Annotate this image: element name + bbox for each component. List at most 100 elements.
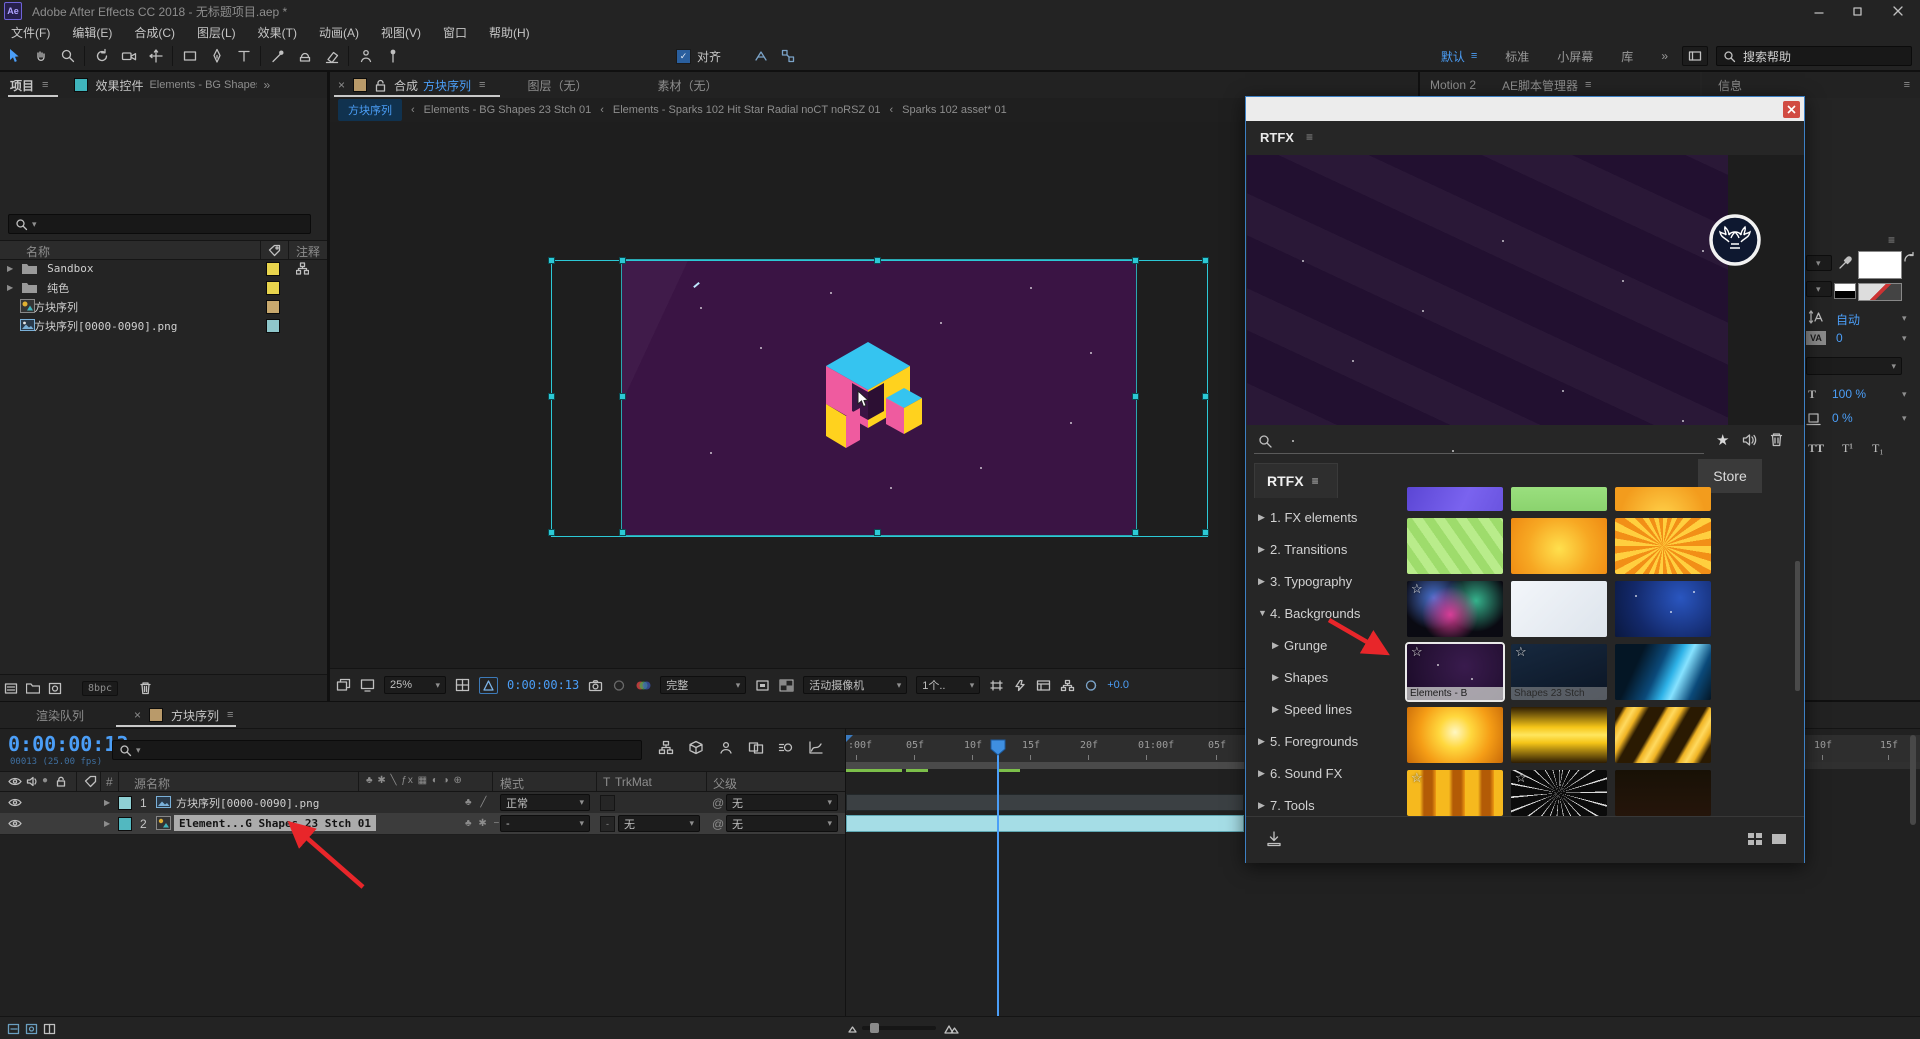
list-view-icon[interactable] [1772, 833, 1787, 846]
menu-file[interactable]: 文件(F) [0, 24, 61, 41]
snapping-icon[interactable] [747, 44, 774, 68]
tab-close-icon[interactable]: × [134, 708, 141, 722]
rtfx-header-menu-icon[interactable]: ≡ [1306, 130, 1313, 144]
chevron-down-icon[interactable]: ▾ [1902, 333, 1907, 344]
layer-switches-toggle-icon[interactable] [4, 1023, 22, 1035]
search-options-chevron-icon[interactable]: ▾ [32, 219, 37, 230]
transfer-controls-toggle-icon[interactable] [22, 1023, 40, 1035]
chevron-down-icon[interactable]: ▾ [1902, 413, 1907, 424]
menu-composition[interactable]: 合成(C) [123, 24, 186, 41]
tab-project[interactable]: 项目 [10, 77, 34, 94]
project-search-input[interactable]: ▾ [8, 214, 311, 234]
selection-handle[interactable] [874, 529, 881, 536]
snap-align-toggle[interactable]: ✓ 对齐 [676, 48, 721, 65]
parent-pickwhip-icon[interactable]: @ [712, 792, 724, 813]
selection-handle[interactable] [619, 257, 626, 264]
lock-icon[interactable] [375, 79, 386, 92]
trkmat-toggle[interactable]: - [600, 816, 615, 832]
tab-footage[interactable]: 素材（无） [657, 77, 717, 94]
superscript-button[interactable]: T¹ [1842, 441, 1853, 456]
draft-3d-icon[interactable] [688, 740, 704, 755]
roto-brush-tool[interactable] [352, 44, 379, 68]
workspace-default-menu-icon[interactable]: ≡ [1471, 50, 1477, 62]
asset-thumbnail[interactable]: ☆ [1511, 770, 1607, 816]
asset-thumbnail[interactable]: ☆ Shapes 23 Stch [1511, 644, 1607, 700]
resolution-dropdown[interactable]: 完整 ▾ [660, 676, 747, 694]
swap-colors-icon[interactable] [1902, 251, 1916, 265]
parent-dropdown[interactable]: 无 ▾ [726, 815, 838, 832]
selection-handle[interactable] [1202, 393, 1209, 400]
layer-1-duration-bar[interactable] [846, 794, 1244, 811]
project-item-solids[interactable]: ▶ 纯色 [0, 278, 327, 297]
char-extra-dropdown[interactable]: ▾ [1806, 357, 1902, 375]
leading-value[interactable]: 自动 [1836, 311, 1860, 328]
tab-timeline-comp[interactable]: 方块序列 [171, 707, 219, 724]
column-source-name[interactable]: 源名称 [134, 775, 170, 792]
selection-handle[interactable] [874, 257, 881, 264]
asset-thumbnail[interactable] [1615, 518, 1711, 574]
trash-icon[interactable] [1770, 432, 1783, 447]
composition-panel-menu-icon[interactable]: ≡ [479, 79, 485, 91]
workspace-tab-small-screen[interactable]: 小屏幕 [1557, 48, 1593, 65]
label-color-chip[interactable] [266, 281, 280, 295]
video-eye-icon[interactable] [8, 776, 22, 787]
trkmat-toggle[interactable] [600, 795, 615, 811]
category-fx-elements[interactable]: ▶ 1. FX elements [1246, 501, 1398, 534]
rtfx-search-input[interactable] [1254, 429, 1704, 454]
asset-thumbnail[interactable]: ☆ [1407, 581, 1503, 637]
exposure-value[interactable]: +0.0 [1107, 679, 1129, 691]
flowchart-icon[interactable] [1060, 679, 1075, 692]
layer-row-1[interactable]: ▶ 1 方块序列[0000-0090].png ♣ ╱ 正常 ▾ @ 无 ▾ [0, 792, 845, 814]
trkmat-dropdown[interactable]: 无 ▾ [618, 815, 700, 832]
column-parent[interactable]: 父级 [713, 775, 737, 792]
selection-handle[interactable] [548, 529, 555, 536]
layer-row-2-selected[interactable]: ▶ 2 Element...G Shapes 23 Stch 01 ♣ ✱ − … [0, 813, 845, 835]
selection-handle[interactable] [619, 393, 626, 400]
layer-switches[interactable]: ♣ ✱ − [465, 813, 501, 834]
pan-behind-tool[interactable] [142, 44, 169, 68]
column-comment[interactable]: 注释 [296, 243, 320, 260]
video-eye-icon[interactable] [8, 792, 22, 813]
layer-2-duration-bar[interactable] [846, 815, 1244, 832]
asset-thumbnail[interactable] [1615, 644, 1711, 700]
frame-blending-icon[interactable] [748, 740, 764, 755]
tab-render-queue[interactable]: 渲染队列 [36, 707, 84, 724]
favorite-star-icon[interactable]: ☆ [1411, 645, 1423, 658]
pen-tool[interactable] [203, 44, 230, 68]
rotation-tool[interactable] [88, 44, 115, 68]
channels-icon[interactable] [635, 679, 651, 692]
fill-color-swatch[interactable] [1858, 251, 1902, 279]
camera-tool[interactable] [115, 44, 142, 68]
new-folder-icon[interactable] [22, 682, 44, 694]
view-camera-dropdown[interactable]: 活动摄像机 ▾ [803, 676, 908, 694]
sound-icon[interactable] [1742, 433, 1757, 447]
asset-thumbnail[interactable] [1407, 707, 1503, 763]
breadcrumb-item[interactable]: Elements - Sparks 102 Hit Star Radial no… [613, 104, 881, 116]
puppet-pin-tool[interactable] [379, 44, 406, 68]
selection-handle[interactable] [1132, 393, 1139, 400]
reset-exposure-icon[interactable] [1084, 679, 1098, 692]
project-item-composition[interactable]: 方块序列 [0, 297, 327, 316]
layer-expand-caret-icon[interactable]: ▶ [104, 792, 110, 813]
rectangle-tool[interactable] [176, 44, 203, 68]
menu-layer[interactable]: 图层(L) [186, 24, 247, 41]
tab-composition-name[interactable]: 方块序列 [423, 77, 471, 94]
layer-color-chip[interactable] [118, 817, 132, 831]
transparency-grid-icon[interactable] [779, 679, 794, 692]
tab-motion2[interactable]: Motion 2 [1430, 78, 1476, 92]
panel-tab-overflow-icon[interactable]: » [263, 78, 270, 92]
viewer-timecode[interactable]: 0:00:00:13 [507, 678, 579, 692]
asset-thumbnail[interactable] [1615, 770, 1711, 816]
asset-thumbnail[interactable] [1615, 581, 1711, 637]
column-mode[interactable]: 模式 [500, 775, 524, 792]
asset-thumbnail[interactable] [1615, 487, 1711, 511]
layer-expand-caret-icon[interactable]: ▶ [104, 813, 110, 834]
all-caps-button[interactable]: TT [1808, 441, 1824, 456]
color-depth-button[interactable]: 8bpc [82, 680, 119, 696]
delete-icon[interactable] [130, 681, 160, 695]
minimize-button[interactable] [1800, 0, 1838, 22]
layer-color-chip[interactable] [118, 796, 132, 810]
breadcrumb-current[interactable]: 方块序列 [338, 99, 402, 121]
category-sound-fx[interactable]: ▶ 6. Sound FX [1246, 757, 1398, 790]
selection-handle[interactable] [548, 393, 555, 400]
